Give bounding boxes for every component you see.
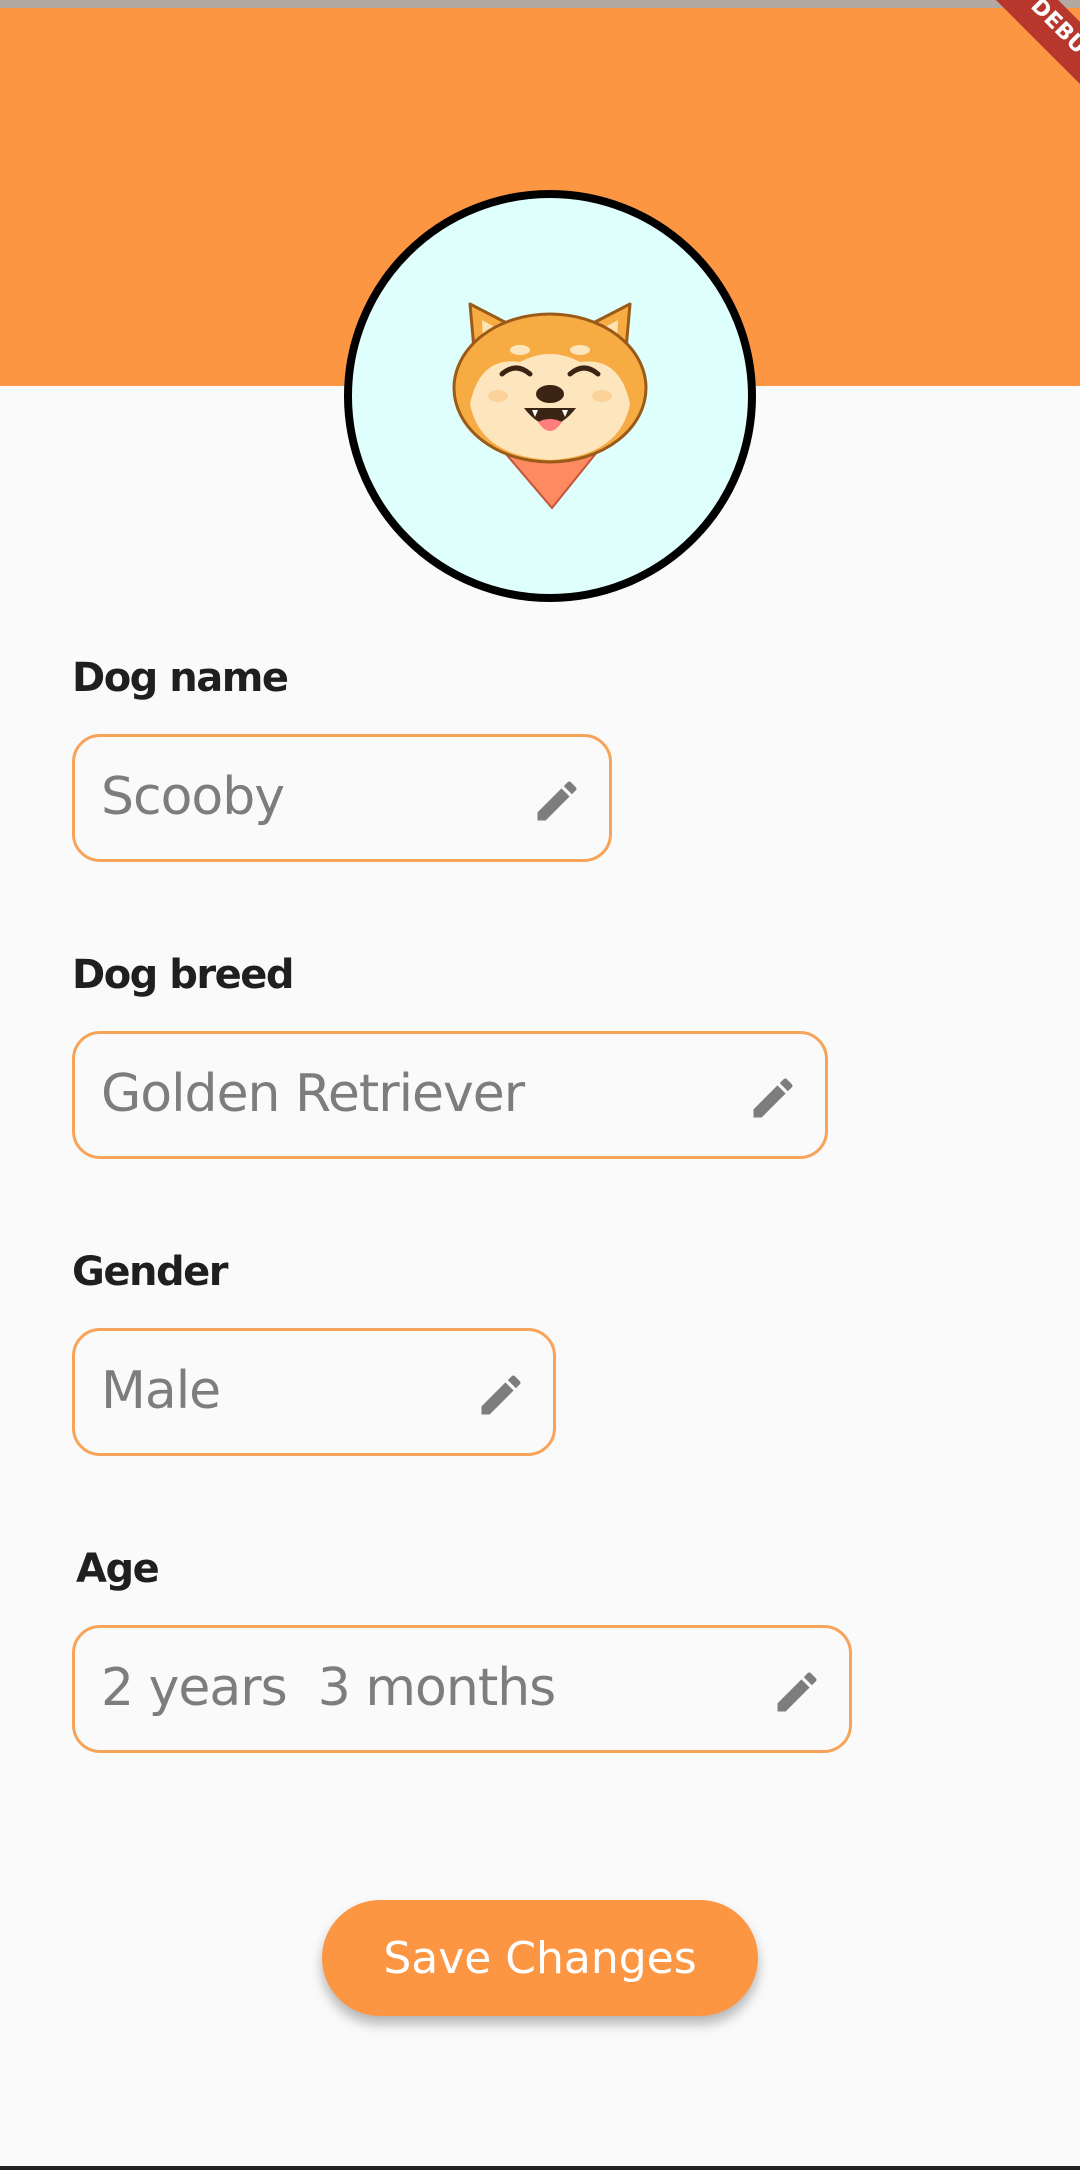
age-label: Age: [76, 1546, 160, 1592]
debug-banner-label: DEBUG: [1025, 0, 1080, 73]
age-field[interactable]: 2 years 3 months: [72, 1625, 852, 1753]
age-value: 2 years 3 months: [101, 1658, 556, 1718]
pencil-icon[interactable]: [475, 1369, 527, 1421]
dog-avatar[interactable]: [344, 190, 756, 602]
gender-field[interactable]: Male: [72, 1328, 556, 1456]
dog-breed-value: Golden Retriever: [101, 1064, 525, 1124]
dog-name-field[interactable]: Scooby: [72, 734, 612, 862]
pencil-icon[interactable]: [771, 1666, 823, 1718]
dog-breed-label: Dog breed: [72, 952, 295, 998]
status-bar: [0, 0, 1080, 8]
gender-label: Gender: [72, 1249, 228, 1295]
pencil-icon[interactable]: [747, 1072, 799, 1124]
pencil-icon[interactable]: [531, 775, 583, 827]
debug-banner: DEBUG: [989, 0, 1080, 86]
dog-name-value: Scooby: [101, 767, 285, 827]
dog-breed-field[interactable]: Golden Retriever: [72, 1031, 828, 1159]
shiba-dog-icon: [452, 302, 648, 510]
gender-value: Male: [101, 1361, 221, 1421]
save-changes-button[interactable]: Save Changes: [322, 1900, 758, 2016]
dog-name-label: Dog name: [72, 655, 289, 701]
bottom-divider: [0, 2166, 1080, 2170]
